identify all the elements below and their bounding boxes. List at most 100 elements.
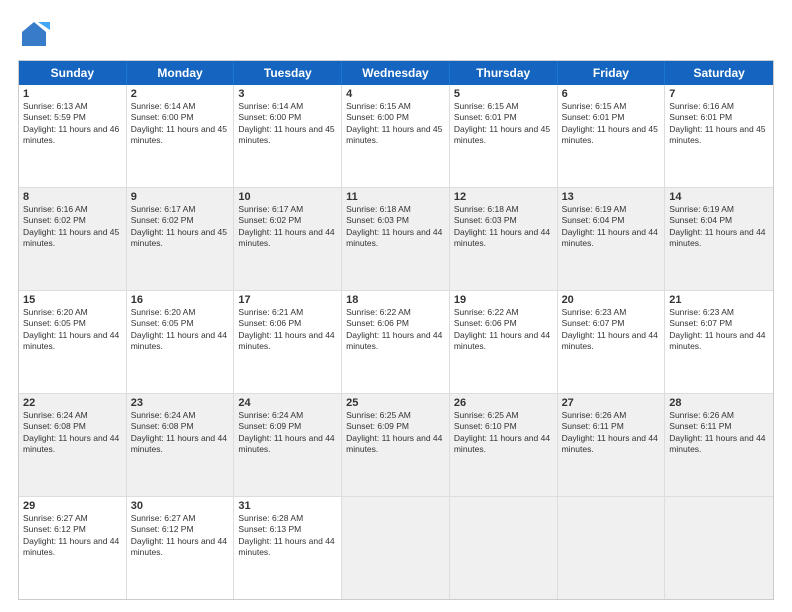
calendar-header-cell: Monday [127, 61, 235, 85]
day-number: 7 [669, 88, 769, 100]
day-number: 26 [454, 397, 553, 409]
header [18, 18, 774, 50]
day-number: 15 [23, 294, 122, 306]
cell-info: Sunrise: 6:16 AMSunset: 6:01 PMDaylight:… [669, 101, 769, 147]
day-number: 18 [346, 294, 445, 306]
calendar-row: 22Sunrise: 6:24 AMSunset: 6:08 PMDayligh… [19, 394, 773, 497]
day-number: 8 [23, 191, 122, 203]
calendar-cell: 8Sunrise: 6:16 AMSunset: 6:02 PMDaylight… [19, 188, 127, 290]
calendar-cell: 10Sunrise: 6:17 AMSunset: 6:02 PMDayligh… [234, 188, 342, 290]
cell-info: Sunrise: 6:22 AMSunset: 6:06 PMDaylight:… [346, 307, 445, 353]
cell-info: Sunrise: 6:19 AMSunset: 6:04 PMDaylight:… [669, 204, 769, 250]
calendar-cell: 7Sunrise: 6:16 AMSunset: 6:01 PMDaylight… [665, 85, 773, 187]
calendar-cell: 27Sunrise: 6:26 AMSunset: 6:11 PMDayligh… [558, 394, 666, 496]
calendar-cell: 28Sunrise: 6:26 AMSunset: 6:11 PMDayligh… [665, 394, 773, 496]
calendar-cell: 23Sunrise: 6:24 AMSunset: 6:08 PMDayligh… [127, 394, 235, 496]
cell-info: Sunrise: 6:23 AMSunset: 6:07 PMDaylight:… [669, 307, 769, 353]
logo-icon [18, 18, 50, 50]
calendar-cell: 20Sunrise: 6:23 AMSunset: 6:07 PMDayligh… [558, 291, 666, 393]
cell-info: Sunrise: 6:28 AMSunset: 6:13 PMDaylight:… [238, 513, 337, 559]
calendar-header-cell: Wednesday [342, 61, 450, 85]
cell-info: Sunrise: 6:15 AMSunset: 6:00 PMDaylight:… [346, 101, 445, 147]
logo [18, 18, 54, 50]
cell-info: Sunrise: 6:18 AMSunset: 6:03 PMDaylight:… [454, 204, 553, 250]
calendar-header-cell: Friday [558, 61, 666, 85]
calendar-cell: 29Sunrise: 6:27 AMSunset: 6:12 PMDayligh… [19, 497, 127, 599]
day-number: 6 [562, 88, 661, 100]
cell-info: Sunrise: 6:23 AMSunset: 6:07 PMDaylight:… [562, 307, 661, 353]
day-number: 5 [454, 88, 553, 100]
cell-info: Sunrise: 6:25 AMSunset: 6:10 PMDaylight:… [454, 410, 553, 456]
day-number: 16 [131, 294, 230, 306]
calendar-cell [450, 497, 558, 599]
day-number: 25 [346, 397, 445, 409]
calendar-cell: 1Sunrise: 6:13 AMSunset: 5:59 PMDaylight… [19, 85, 127, 187]
calendar-header: SundayMondayTuesdayWednesdayThursdayFrid… [19, 61, 773, 85]
day-number: 21 [669, 294, 769, 306]
day-number: 29 [23, 500, 122, 512]
calendar-cell: 11Sunrise: 6:18 AMSunset: 6:03 PMDayligh… [342, 188, 450, 290]
cell-info: Sunrise: 6:15 AMSunset: 6:01 PMDaylight:… [562, 101, 661, 147]
cell-info: Sunrise: 6:26 AMSunset: 6:11 PMDaylight:… [562, 410, 661, 456]
day-number: 2 [131, 88, 230, 100]
day-number: 9 [131, 191, 230, 203]
calendar-cell: 2Sunrise: 6:14 AMSunset: 6:00 PMDaylight… [127, 85, 235, 187]
calendar-row: 15Sunrise: 6:20 AMSunset: 6:05 PMDayligh… [19, 291, 773, 394]
cell-info: Sunrise: 6:27 AMSunset: 6:12 PMDaylight:… [23, 513, 122, 559]
day-number: 30 [131, 500, 230, 512]
day-number: 4 [346, 88, 445, 100]
calendar-cell: 26Sunrise: 6:25 AMSunset: 6:10 PMDayligh… [450, 394, 558, 496]
calendar-cell: 9Sunrise: 6:17 AMSunset: 6:02 PMDaylight… [127, 188, 235, 290]
cell-info: Sunrise: 6:14 AMSunset: 6:00 PMDaylight:… [131, 101, 230, 147]
calendar-cell: 19Sunrise: 6:22 AMSunset: 6:06 PMDayligh… [450, 291, 558, 393]
calendar-cell: 16Sunrise: 6:20 AMSunset: 6:05 PMDayligh… [127, 291, 235, 393]
cell-info: Sunrise: 6:13 AMSunset: 5:59 PMDaylight:… [23, 101, 122, 147]
calendar-cell: 3Sunrise: 6:14 AMSunset: 6:00 PMDaylight… [234, 85, 342, 187]
cell-info: Sunrise: 6:18 AMSunset: 6:03 PMDaylight:… [346, 204, 445, 250]
cell-info: Sunrise: 6:15 AMSunset: 6:01 PMDaylight:… [454, 101, 553, 147]
calendar-cell: 21Sunrise: 6:23 AMSunset: 6:07 PMDayligh… [665, 291, 773, 393]
cell-info: Sunrise: 6:24 AMSunset: 6:08 PMDaylight:… [131, 410, 230, 456]
calendar-cell: 25Sunrise: 6:25 AMSunset: 6:09 PMDayligh… [342, 394, 450, 496]
calendar-row: 1Sunrise: 6:13 AMSunset: 5:59 PMDaylight… [19, 85, 773, 188]
cell-info: Sunrise: 6:26 AMSunset: 6:11 PMDaylight:… [669, 410, 769, 456]
calendar-cell: 14Sunrise: 6:19 AMSunset: 6:04 PMDayligh… [665, 188, 773, 290]
calendar-header-cell: Thursday [450, 61, 558, 85]
day-number: 10 [238, 191, 337, 203]
day-number: 12 [454, 191, 553, 203]
calendar-cell: 17Sunrise: 6:21 AMSunset: 6:06 PMDayligh… [234, 291, 342, 393]
day-number: 31 [238, 500, 337, 512]
calendar-header-cell: Saturday [665, 61, 773, 85]
calendar-body: 1Sunrise: 6:13 AMSunset: 5:59 PMDaylight… [19, 85, 773, 599]
calendar-cell: 15Sunrise: 6:20 AMSunset: 6:05 PMDayligh… [19, 291, 127, 393]
day-number: 14 [669, 191, 769, 203]
calendar-header-cell: Tuesday [234, 61, 342, 85]
calendar-cell: 6Sunrise: 6:15 AMSunset: 6:01 PMDaylight… [558, 85, 666, 187]
day-number: 13 [562, 191, 661, 203]
day-number: 17 [238, 294, 337, 306]
cell-info: Sunrise: 6:14 AMSunset: 6:00 PMDaylight:… [238, 101, 337, 147]
calendar-cell: 18Sunrise: 6:22 AMSunset: 6:06 PMDayligh… [342, 291, 450, 393]
day-number: 11 [346, 191, 445, 203]
cell-info: Sunrise: 6:22 AMSunset: 6:06 PMDaylight:… [454, 307, 553, 353]
cell-info: Sunrise: 6:17 AMSunset: 6:02 PMDaylight:… [131, 204, 230, 250]
calendar-cell: 13Sunrise: 6:19 AMSunset: 6:04 PMDayligh… [558, 188, 666, 290]
day-number: 23 [131, 397, 230, 409]
calendar-header-cell: Sunday [19, 61, 127, 85]
calendar-cell: 5Sunrise: 6:15 AMSunset: 6:01 PMDaylight… [450, 85, 558, 187]
calendar-cell [558, 497, 666, 599]
calendar-cell: 31Sunrise: 6:28 AMSunset: 6:13 PMDayligh… [234, 497, 342, 599]
day-number: 27 [562, 397, 661, 409]
calendar-row: 29Sunrise: 6:27 AMSunset: 6:12 PMDayligh… [19, 497, 773, 599]
cell-info: Sunrise: 6:20 AMSunset: 6:05 PMDaylight:… [23, 307, 122, 353]
cell-info: Sunrise: 6:20 AMSunset: 6:05 PMDaylight:… [131, 307, 230, 353]
cell-info: Sunrise: 6:24 AMSunset: 6:09 PMDaylight:… [238, 410, 337, 456]
calendar-cell: 22Sunrise: 6:24 AMSunset: 6:08 PMDayligh… [19, 394, 127, 496]
calendar-cell [342, 497, 450, 599]
calendar-row: 8Sunrise: 6:16 AMSunset: 6:02 PMDaylight… [19, 188, 773, 291]
cell-info: Sunrise: 6:25 AMSunset: 6:09 PMDaylight:… [346, 410, 445, 456]
day-number: 3 [238, 88, 337, 100]
calendar: SundayMondayTuesdayWednesdayThursdayFrid… [18, 60, 774, 600]
day-number: 20 [562, 294, 661, 306]
calendar-cell: 24Sunrise: 6:24 AMSunset: 6:09 PMDayligh… [234, 394, 342, 496]
